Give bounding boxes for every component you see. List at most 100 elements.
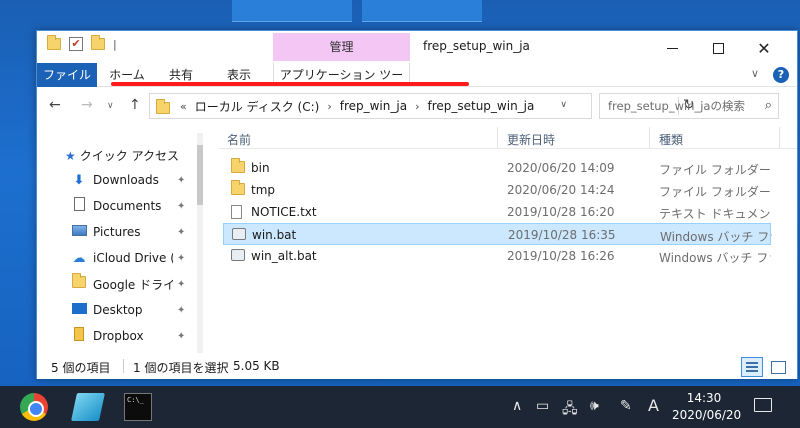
show-hidden-icons-icon[interactable]: ∧: [512, 398, 522, 414]
pin-icon: ✦: [177, 226, 186, 238]
column-date-modified[interactable]: 更新日時: [507, 131, 555, 148]
minimize-button[interactable]: [649, 35, 695, 61]
sidebar-item-dropbox[interactable]: Dropbox ✦: [71, 325, 207, 347]
breadcrumb-frep-setup-win-ja[interactable]: frep_setup_win_ja: [427, 99, 534, 113]
help-icon[interactable]: ?: [773, 67, 789, 83]
close-icon: ✕: [757, 38, 771, 58]
context-group-label: 管理: [273, 33, 410, 61]
item-count: 5 個の項目: [51, 361, 111, 375]
navigation-pane: ★ クイック アクセス ⬇ Downloads ✦ Documents ✦ Pic…: [37, 127, 207, 353]
sidebar-item-icloud-drive[interactable]: ☁ iCloud Drive ( ✦: [71, 247, 207, 269]
table-row[interactable]: bin 2020/06/20 14:09 ファイル フォルダー: [223, 157, 771, 179]
column-type[interactable]: 種類: [659, 131, 683, 148]
file-name: bin: [251, 161, 270, 175]
chevron-right-icon[interactable]: ›: [327, 100, 331, 113]
large-icons-view-icon[interactable]: [767, 357, 789, 377]
up-icon[interactable]: ↑: [129, 97, 141, 113]
table-row[interactable]: win_alt.bat 2019/10/28 16:26 Windows バッチ…: [223, 245, 771, 267]
pin-icon: ✦: [177, 330, 186, 342]
sidebar-item-google-drive[interactable]: Google ドライブ ✦: [71, 273, 207, 295]
ime-indicator[interactable]: A: [648, 396, 659, 415]
sidebar-item-label: Google ドライブ: [93, 277, 173, 292]
pin-icon: ✦: [177, 278, 186, 290]
table-row[interactable]: NOTICE.txt 2019/10/28 16:20 テキスト ドキュメント: [223, 201, 771, 223]
file-type: テキスト ドキュメント: [659, 207, 771, 221]
ribbon-expand-icon[interactable]: ∨: [751, 67, 759, 80]
quick-access-label: クイック アクセス: [79, 149, 179, 163]
quick-access-header[interactable]: ★ クイック アクセス: [65, 147, 179, 164]
desktop-tile: [232, 0, 352, 22]
properties-check-icon[interactable]: ✔: [69, 37, 83, 51]
forward-icon[interactable]: →: [81, 97, 93, 113]
batch-file-icon: [231, 249, 245, 261]
pin-icon: ✦: [177, 174, 186, 186]
network-icon[interactable]: 🖧: [562, 398, 578, 422]
desktop-icon: [71, 302, 87, 318]
pin-icon: ✦: [177, 304, 186, 316]
notifications-icon[interactable]: [754, 398, 772, 412]
address-bar[interactable]: « ローカル ディスク (C:) › frep_win_ja › frep_se…: [149, 93, 695, 119]
tab-file[interactable]: ファイル: [37, 63, 97, 87]
sidebar-item-downloads[interactable]: ⬇ Downloads ✦: [71, 169, 207, 191]
title-bar: ✔ | 管理 frep_setup_win_ja ✕: [37, 31, 797, 63]
sidebar-item-label: Pictures: [93, 225, 141, 239]
breadcrumb-frep-win-ja[interactable]: frep_win_ja: [340, 99, 407, 113]
column-divider[interactable]: [649, 127, 650, 149]
sidebar-item-documents[interactable]: Documents ✦: [71, 195, 207, 217]
folder-icon: [231, 180, 245, 195]
taskbar: ∧ ▭ 🖧 🕪 ✎ A 14:30 2020/06/20: [0, 386, 800, 428]
file-type: ファイル フォルダー: [659, 163, 771, 177]
desktop-tile: [362, 0, 482, 22]
folder-icon: [156, 98, 170, 114]
folder-icon[interactable]: [47, 35, 61, 50]
folder-icon: [231, 158, 245, 173]
new-folder-icon[interactable]: [91, 35, 105, 50]
clock-time: 14:30: [686, 391, 722, 405]
command-prompt-icon[interactable]: [124, 393, 152, 421]
overflow-icon[interactable]: «: [180, 100, 187, 113]
pictures-icon: [71, 224, 87, 240]
scrollbar-thumb[interactable]: [197, 145, 203, 205]
window-title: frep_setup_win_ja: [423, 39, 530, 53]
maximize-button[interactable]: [695, 35, 741, 61]
text-file-icon: [231, 205, 242, 219]
back-icon[interactable]: ←: [49, 97, 61, 113]
sidebar-item-pictures[interactable]: Pictures ✦: [71, 221, 207, 243]
volume-icon[interactable]: 🕪: [590, 398, 599, 414]
sidebar-item-desktop[interactable]: Desktop ✦: [71, 299, 207, 321]
table-row-selected[interactable]: win.bat 2019/10/28 16:35 Windows バッチ ファ.…: [223, 223, 772, 245]
breadcrumb-local-disk[interactable]: ローカル ディスク (C:): [195, 98, 320, 115]
recent-locations-icon[interactable]: ∨: [107, 101, 114, 111]
file-date: 2020/06/20 14:09: [507, 161, 615, 175]
annotation-underline: [111, 82, 469, 86]
pin-icon: ✦: [177, 252, 186, 264]
selection-size: 5.05 KB: [233, 359, 280, 373]
chrome-icon[interactable]: [20, 393, 48, 421]
search-icon[interactable]: ⌕: [765, 98, 772, 113]
status-divider: [123, 359, 124, 373]
column-name[interactable]: 名前: [227, 131, 251, 148]
clock-date: 2020/06/20: [672, 408, 742, 422]
table-row[interactable]: tmp 2020/06/20 14:24 ファイル フォルダー: [223, 179, 771, 201]
nav-scrollbar[interactable]: [197, 133, 203, 353]
battery-icon[interactable]: ▭: [536, 398, 549, 414]
column-divider[interactable]: [779, 127, 780, 149]
chevron-right-icon[interactable]: ›: [415, 100, 419, 113]
address-dropdown-icon[interactable]: ∨: [560, 100, 567, 110]
search-input[interactable]: frep_setup_win_jaの検索 ⌕: [599, 93, 779, 119]
sidebar-item-label: iCloud Drive (: [93, 251, 173, 265]
column-divider[interactable]: [497, 127, 498, 149]
file-name: win.bat: [252, 228, 297, 242]
details-view-icon[interactable]: [741, 357, 763, 377]
folder-icon: [71, 273, 87, 292]
pin-icon: ✦: [177, 200, 186, 212]
clock[interactable]: 14:30 2020/06/20: [672, 390, 742, 424]
dropbox-icon: [71, 327, 87, 345]
notebook-app-icon[interactable]: [71, 393, 105, 421]
sidebar-item-label: Downloads: [93, 173, 159, 187]
toolbar-dropdown-icon[interactable]: |: [113, 38, 117, 51]
pen-icon[interactable]: ✎: [620, 398, 632, 414]
file-type: ファイル フォルダー: [659, 185, 771, 199]
file-date: 2020/06/20 14:24: [507, 183, 615, 197]
close-button[interactable]: ✕: [741, 35, 787, 61]
